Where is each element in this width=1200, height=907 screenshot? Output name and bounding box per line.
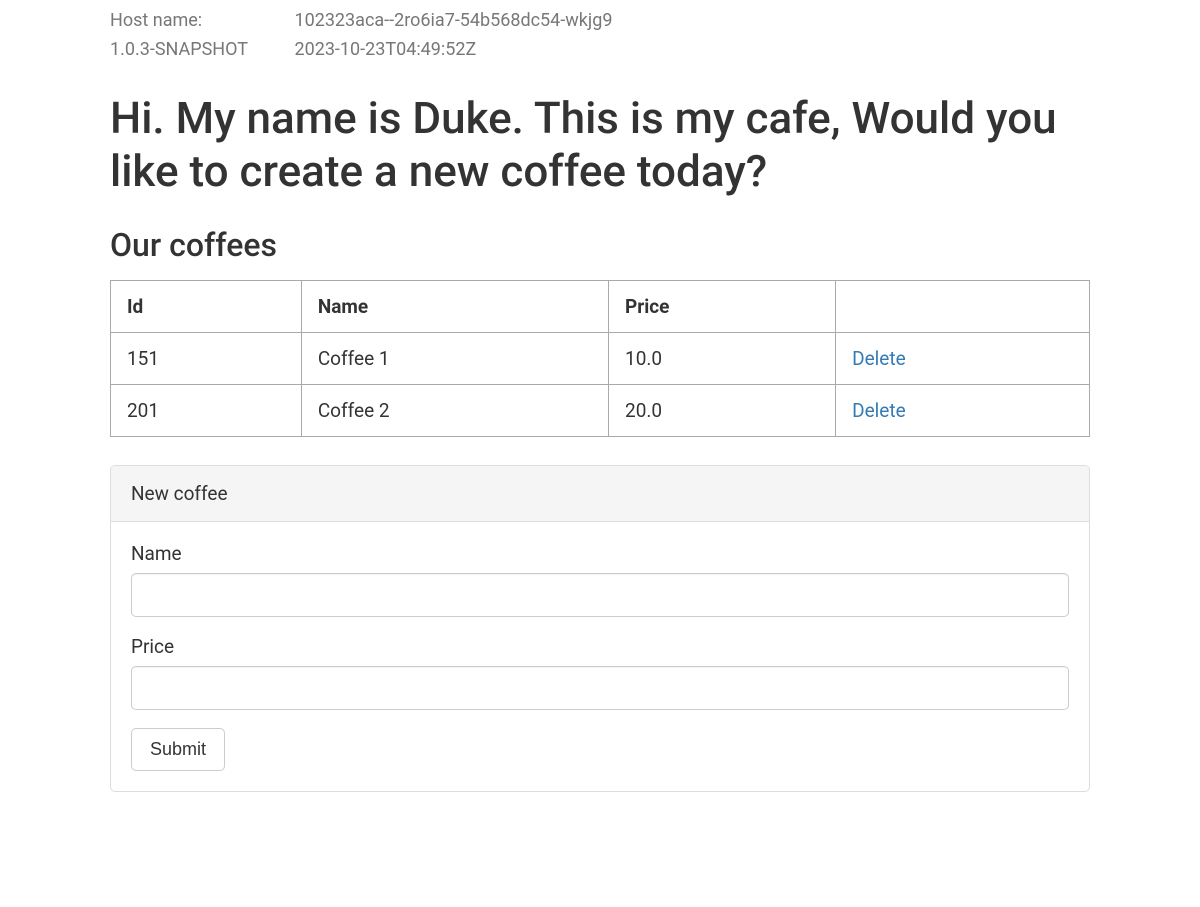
cell-id: 201	[111, 384, 302, 436]
build-time-value: 2023-10-23T04:49:52Z	[294, 39, 476, 60]
new-coffee-panel: New coffee Name Price Submit	[110, 465, 1090, 793]
panel-title: New coffee	[111, 466, 1089, 522]
cell-name: Coffee 1	[301, 332, 608, 384]
submit-button[interactable]: Submit	[131, 728, 225, 772]
delete-link[interactable]: Delete	[852, 399, 906, 422]
col-header-name: Name	[301, 280, 608, 332]
price-field[interactable]	[131, 666, 1069, 710]
version-label: 1.0.3-SNAPSHOT	[110, 39, 290, 60]
name-field-label: Name	[131, 542, 1069, 565]
table-header-row: Id Name Price	[111, 280, 1090, 332]
cell-price: 20.0	[609, 384, 836, 436]
host-name-value: 102323aca--2ro6ia7-54b568dc54-wkjg9	[294, 10, 612, 31]
table-row: 201 Coffee 2 20.0 Delete	[111, 384, 1090, 436]
host-meta: Host name: 102323aca--2ro6ia7-54b568dc54…	[110, 10, 1090, 31]
delete-link[interactable]: Delete	[852, 347, 906, 370]
host-name-label: Host name:	[110, 10, 290, 31]
page-title: Hi. My name is Duke. This is my cafe, Wo…	[110, 92, 1090, 198]
version-meta: 1.0.3-SNAPSHOT 2023-10-23T04:49:52Z	[110, 39, 1090, 60]
coffees-heading: Our coffees	[110, 226, 1090, 264]
table-row: 151 Coffee 1 10.0 Delete	[111, 332, 1090, 384]
coffees-table: Id Name Price 151 Coffee 1 10.0 Delete 2…	[110, 280, 1090, 437]
cell-name: Coffee 2	[301, 384, 608, 436]
col-header-price: Price	[609, 280, 836, 332]
name-field[interactable]	[131, 573, 1069, 617]
col-header-actions	[836, 280, 1090, 332]
price-field-label: Price	[131, 635, 1069, 658]
col-header-id: Id	[111, 280, 302, 332]
cell-price: 10.0	[609, 332, 836, 384]
cell-id: 151	[111, 332, 302, 384]
